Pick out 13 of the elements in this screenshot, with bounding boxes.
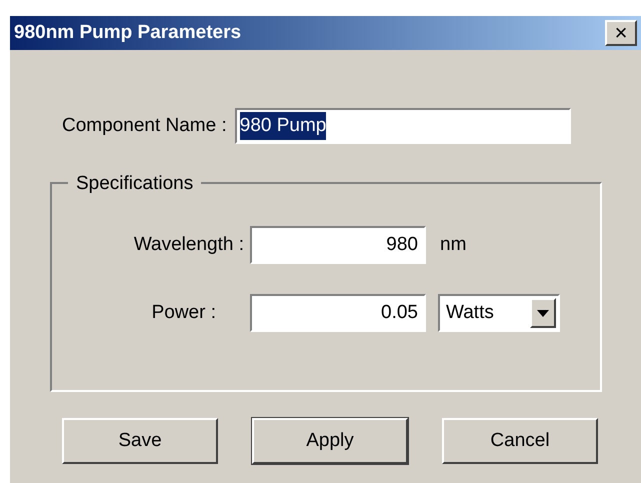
power-label: Power :	[150, 300, 216, 325]
close-button[interactable]: ×	[605, 20, 637, 46]
dialog-button[interactable]: Save	[62, 418, 218, 464]
component-name-field[interactable]: 980 Pump	[234, 108, 571, 144]
wavelength-field[interactable]: 980	[250, 226, 426, 264]
dialog-button[interactable]: Cancel	[442, 418, 598, 464]
dialog-button[interactable]: Apply	[252, 418, 408, 464]
wavelength-unit: nm	[440, 232, 466, 257]
wavelength-label: Wavelength :	[132, 232, 244, 257]
window-title: 980nm Pump Parameters	[14, 20, 242, 45]
component-name-label: Component Name :	[62, 114, 227, 138]
unit-dropdown[interactable]: Watts	[438, 294, 560, 332]
power-field[interactable]: 0.05	[250, 294, 426, 332]
